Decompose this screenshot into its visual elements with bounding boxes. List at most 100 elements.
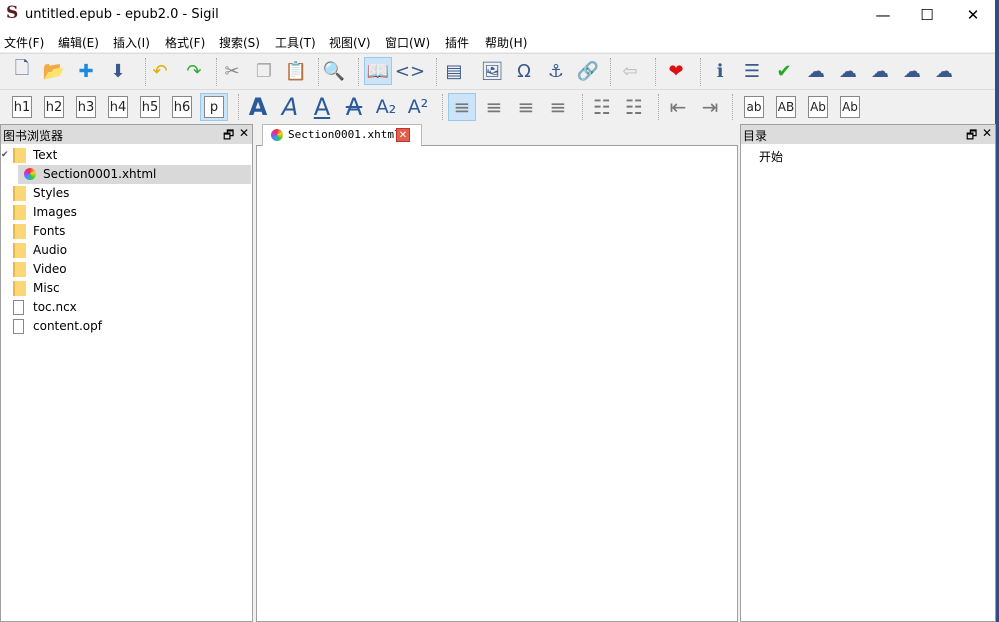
tab-close-icon[interactable]: ✕ <box>396 128 410 142</box>
tree-item[interactable]: Styles <box>1 184 251 203</box>
cut-icon[interactable]: ✂ <box>218 57 246 85</box>
subscript-icon[interactable]: A₂ <box>372 93 400 121</box>
folder-icon <box>13 186 26 201</box>
heading-h2-button[interactable]: h2 <box>40 93 68 121</box>
copy-icon[interactable]: ❐ <box>250 57 278 85</box>
superscript-icon[interactable]: A² <box>404 93 432 121</box>
tree-item[interactable]: Fonts <box>1 222 251 241</box>
heading-label: p <box>204 96 224 118</box>
italic-icon[interactable]: A <box>276 93 304 121</box>
outdent-icon[interactable]: ⇤ <box>664 93 692 121</box>
close-button[interactable]: ✕ <box>950 0 996 30</box>
expand-check-icon[interactable]: ✔ <box>1 146 9 165</box>
spellcheck-icon[interactable]: ✔ <box>770 57 798 85</box>
tree-item[interactable]: Images <box>1 203 251 222</box>
bullet-list-icon[interactable]: ☷ <box>588 93 616 121</box>
menu-item[interactable]: 文件(F) <box>4 34 44 51</box>
heading-h1-button[interactable]: h1 <box>8 93 36 121</box>
menu-item[interactable]: 插入(I) <box>113 34 150 51</box>
case-button[interactable]: Ab <box>836 93 864 121</box>
tree-item[interactable]: Section0001.xhtml <box>18 165 251 184</box>
menu-item[interactable]: 格式(F) <box>165 34 205 51</box>
strikethrough-icon[interactable]: A <box>340 93 368 121</box>
minimize-button[interactable]: — <box>860 0 906 30</box>
heading-p-button[interactable]: p <box>200 93 228 121</box>
toolbar-separator <box>216 58 217 86</box>
anchor-icon[interactable]: ⚓ <box>542 57 570 85</box>
donate-heart-icon[interactable]: ❤ <box>662 57 690 85</box>
insert-image-icon[interactable]: 🖼 <box>478 57 506 85</box>
toc-item[interactable]: 开始 <box>759 148 783 165</box>
tree-item[interactable]: Audio <box>1 241 251 260</box>
justify-icon[interactable]: ≡ <box>544 93 572 121</box>
menu-item[interactable]: 搜索(S) <box>219 34 260 51</box>
menu-item[interactable]: 窗口(W) <box>385 34 430 51</box>
back-icon[interactable]: ⇦ <box>616 57 644 85</box>
align-center-icon[interactable]: ≡ <box>480 93 508 121</box>
open-folder-icon[interactable]: 📂 <box>40 57 68 85</box>
save-icon[interactable]: ⬇ <box>104 57 132 85</box>
case-button[interactable]: Ab <box>804 93 832 121</box>
indent-icon[interactable]: ⇥ <box>696 93 724 121</box>
case-button[interactable]: AB <box>772 93 800 121</box>
plugin-3-icon[interactable]: ☁ <box>866 57 894 85</box>
close-panel-icon[interactable]: ✕ <box>239 126 249 140</box>
folder-icon <box>13 281 26 296</box>
menu-item[interactable]: 插件 <box>445 34 469 51</box>
heading-label: h5 <box>140 96 160 118</box>
float-icon[interactable]: 🗗 <box>966 126 977 147</box>
tree-item[interactable]: Misc <box>1 279 251 298</box>
maximize-button[interactable]: ☐ <box>904 0 950 30</box>
tree-item[interactable]: content.opf <box>1 317 251 336</box>
close-panel-icon[interactable]: ✕ <box>982 126 992 140</box>
preview-icon[interactable]: 🔍 <box>320 57 348 85</box>
heading-label: h2 <box>44 96 64 118</box>
toolbar-separator <box>655 58 656 86</box>
menu-item[interactable]: 编辑(E) <box>58 34 99 51</box>
file-icon <box>13 319 24 334</box>
menu-item[interactable]: 视图(V) <box>329 34 371 51</box>
heading-label: h4 <box>108 96 128 118</box>
menu-item[interactable]: 工具(T) <box>275 34 316 51</box>
add-icon[interactable]: ✚ <box>72 57 100 85</box>
code-view-icon[interactable]: <> <box>395 57 425 85</box>
case-button[interactable]: ab <box>740 93 768 121</box>
new-file-icon[interactable]: 🗋 <box>8 57 36 85</box>
menu-item[interactable]: 帮助(H) <box>485 34 527 51</box>
tree-item[interactable]: toc.ncx <box>1 298 251 317</box>
heading-label: h3 <box>76 96 96 118</box>
numbered-list-icon[interactable]: ☷ <box>620 93 648 121</box>
underline-icon[interactable]: A <box>308 93 336 121</box>
book-view-icon[interactable]: 📖 <box>364 57 392 85</box>
link-icon[interactable]: 🔗 <box>574 57 602 85</box>
plugin-1-icon[interactable]: ☁ <box>802 57 830 85</box>
align-left-icon[interactable]: ≡ <box>448 93 476 121</box>
special-char-icon[interactable]: Ω <box>510 57 538 85</box>
undo-icon[interactable]: ↶ <box>146 57 174 85</box>
editor-area[interactable] <box>256 145 738 622</box>
redo-icon[interactable]: ↷ <box>180 57 208 85</box>
metadata-icon[interactable]: ℹ <box>706 57 734 85</box>
plugin-2-icon[interactable]: ☁ <box>834 57 862 85</box>
folder-icon <box>13 243 26 258</box>
heading-h3-button[interactable]: h3 <box>72 93 100 121</box>
bold-icon[interactable]: A <box>244 93 272 121</box>
toc-icon[interactable]: ☰ <box>738 57 766 85</box>
heading-h6-button[interactable]: h6 <box>168 93 196 121</box>
heading-h4-button[interactable]: h4 <box>104 93 132 121</box>
file-icon <box>13 300 24 315</box>
paste-icon[interactable]: 📋 <box>282 57 310 85</box>
float-icon[interactable]: 🗗 <box>223 126 234 147</box>
align-right-icon[interactable]: ≡ <box>512 93 540 121</box>
plugin-5-icon[interactable]: ☁ <box>930 57 958 85</box>
plugin-4-icon[interactable]: ☁ <box>898 57 926 85</box>
split-icon[interactable]: ▤ <box>440 57 468 85</box>
toolbar-separator <box>145 58 146 86</box>
tab-section0001[interactable]: Section0001.xhtml ✕ <box>262 124 422 146</box>
tree-item[interactable]: Video <box>1 260 251 279</box>
tree-item[interactable]: ✔ Text <box>1 146 251 165</box>
heading-h5-button[interactable]: h5 <box>136 93 164 121</box>
toolbar-separator <box>658 94 659 120</box>
xhtml-file-icon <box>24 168 36 180</box>
menu-bar: 文件(F) 编辑(E) 插入(I) 格式(F) 搜索(S) 工具(T) 视图(V) 窗口(W)… <box>0 30 995 52</box>
